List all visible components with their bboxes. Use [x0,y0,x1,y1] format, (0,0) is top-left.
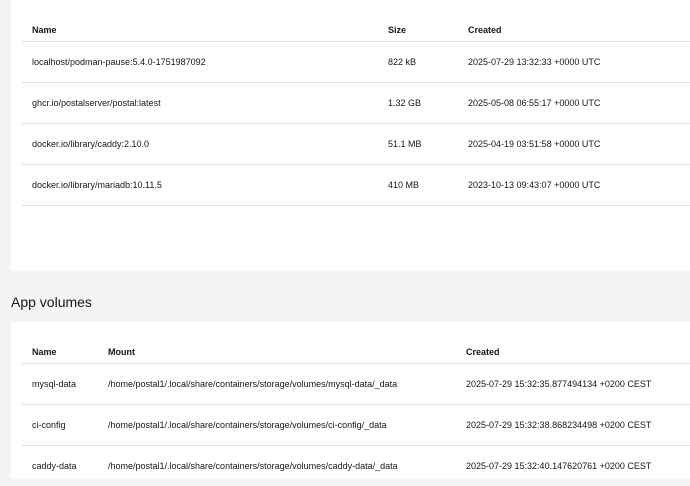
image-created: 2025-05-08 06:55:17 +0000 UTC [458,83,690,124]
volume-name: mysql-data [22,364,98,405]
image-name: ghcr.io/postalserver/postal:latest [22,83,378,124]
volume-mount: /home/postal1/.local/share/containers/st… [98,446,456,486]
images-panel: Name Size Created localhost/podman-pause… [11,0,690,271]
app-volumes-title: App volumes [11,292,92,312]
table-header-row: Name Size Created [22,18,690,42]
table-row[interactable]: docker.io/library/mariadb:10.11.5 410 MB… [22,165,690,206]
image-size: 410 MB [378,165,458,206]
table-header-row: Name Mount Created [22,340,690,364]
volume-created: 2025-07-29 15:32:38.868234498 +0200 CEST [456,405,690,446]
image-created: 2025-07-29 13:32:33 +0000 UTC [458,42,690,83]
table-row[interactable]: localhost/podman-pause:5.4.0-1751987092 … [22,42,690,83]
image-name: localhost/podman-pause:5.4.0-1751987092 [22,42,378,83]
image-created: 2025-04-19 03:51:58 +0000 UTC [458,124,690,165]
table-row[interactable]: ci-config /home/postal1/.local/share/con… [22,405,690,446]
volume-created: 2025-07-29 15:32:35.877494134 +0200 CEST [456,364,690,405]
table-row[interactable]: mysql-data /home/postal1/.local/share/co… [22,364,690,405]
table-row[interactable]: caddy-data /home/postal1/.local/share/co… [22,446,690,486]
column-header-name[interactable]: Name [22,18,378,42]
volumes-table: Name Mount Created mysql-data /home/post… [22,340,690,486]
table-row[interactable]: ghcr.io/postalserver/postal:latest 1.32 … [22,83,690,124]
column-header-created[interactable]: Created [456,340,690,364]
column-header-size[interactable]: Size [378,18,458,42]
image-name: docker.io/library/caddy:2.10.0 [22,124,378,165]
image-size: 822 kB [378,42,458,83]
volume-name: caddy-data [22,446,98,486]
volumes-panel: Name Mount Created mysql-data /home/post… [11,322,690,479]
column-header-name[interactable]: Name [22,340,98,364]
image-created: 2023-10-13 09:43:07 +0000 UTC [458,165,690,206]
volume-mount: /home/postal1/.local/share/containers/st… [98,364,456,405]
table-row[interactable]: docker.io/library/caddy:2.10.0 51.1 MB 2… [22,124,690,165]
column-header-mount[interactable]: Mount [98,340,456,364]
volume-mount: /home/postal1/.local/share/containers/st… [98,405,456,446]
volume-created: 2025-07-29 15:32:40.147620761 +0200 CEST [456,446,690,486]
volume-name: ci-config [22,405,98,446]
image-name: docker.io/library/mariadb:10.11.5 [22,165,378,206]
image-size: 51.1 MB [378,124,458,165]
image-size: 1.32 GB [378,83,458,124]
images-table: Name Size Created localhost/podman-pause… [22,18,690,206]
column-header-created[interactable]: Created [458,18,690,42]
